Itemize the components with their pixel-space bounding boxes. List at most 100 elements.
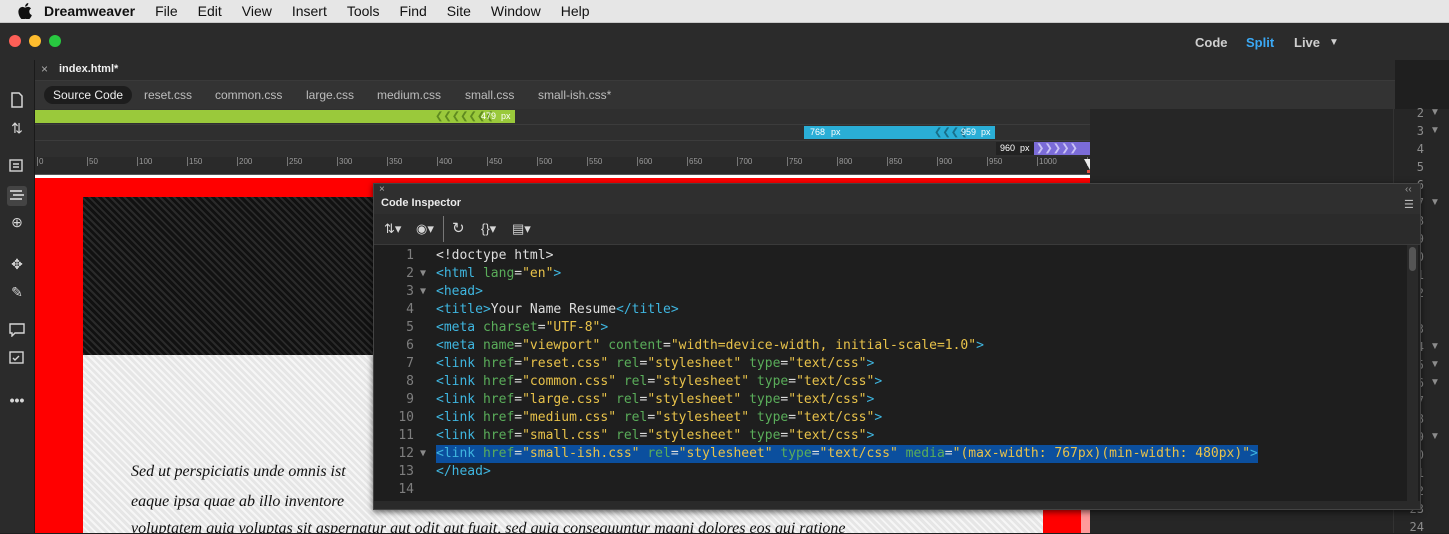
minimize-window-button[interactable] bbox=[29, 35, 41, 47]
related-file-small[interactable]: small.css bbox=[465, 88, 514, 102]
apple-icon[interactable] bbox=[18, 3, 32, 19]
menu-window[interactable]: Window bbox=[491, 3, 541, 19]
code-line[interactable]: 8 <link href="common.css" rel="stylesheet… bbox=[374, 373, 1404, 391]
code-token: <link bbox=[436, 446, 483, 461]
code-line[interactable]: 2 ▼ <html lang="en"> bbox=[374, 265, 1404, 283]
file-management-icon[interactable]: ⇅ bbox=[7, 118, 27, 138]
menu-help[interactable]: Help bbox=[561, 3, 590, 19]
pen-icon[interactable]: ✎ bbox=[7, 282, 27, 302]
fold-arrow-icon[interactable]: ▼ bbox=[1430, 431, 1440, 442]
refresh-icon[interactable]: ↻ bbox=[452, 220, 465, 238]
live-view-button[interactable]: Live bbox=[1294, 35, 1320, 50]
code-line[interactable]: 9 <link href="large.css" rel="stylesheet"… bbox=[374, 391, 1404, 409]
fold-arrow-icon[interactable]: ▼ bbox=[1430, 341, 1440, 352]
format-source-icon[interactable] bbox=[7, 186, 27, 206]
file-management-icon[interactable]: ⇅▾ bbox=[384, 220, 401, 238]
paragraph-line-2: eaque ipsa quae ab illo inventore bbox=[131, 493, 345, 510]
view-options-icon[interactable]: ▤▾ bbox=[512, 220, 531, 238]
validate-icon[interactable] bbox=[7, 350, 27, 370]
close-panel-icon[interactable]: × bbox=[379, 184, 385, 195]
code-hints-icon[interactable]: {}▾ bbox=[481, 220, 496, 238]
vertical-scroll-thumb[interactable] bbox=[1409, 247, 1416, 271]
code-token: href bbox=[482, 356, 515, 371]
code-line[interactable]: 13 </head> bbox=[374, 463, 1404, 481]
code-navigator-icon[interactable] bbox=[7, 158, 27, 178]
menu-app-name[interactable]: Dreamweaver bbox=[44, 3, 135, 19]
ruler-tick-label: 100 bbox=[137, 157, 153, 166]
code-token: type bbox=[741, 392, 781, 407]
code-token: href bbox=[482, 392, 515, 407]
code-token: content bbox=[600, 338, 664, 353]
related-file-reset[interactable]: reset.css bbox=[144, 88, 192, 102]
close-window-button[interactable] bbox=[9, 35, 21, 47]
menu-view[interactable]: View bbox=[242, 3, 272, 19]
fold-arrow-icon[interactable]: ▼ bbox=[1430, 197, 1440, 208]
window-titlebar: Code Split Live ▼ bbox=[0, 23, 1449, 60]
code-inspector-titlebar[interactable]: × Code Inspector ‹‹ ☰ bbox=[374, 184, 1420, 214]
code-line[interactable]: 14 bbox=[374, 481, 1404, 499]
mq-bar-768-959[interactable]: 768 px ❮❮❮❮ 959 px bbox=[804, 126, 995, 139]
code-token: > bbox=[866, 356, 875, 371]
fold-arrow-icon[interactable]: ▼ bbox=[420, 265, 426, 283]
tab-index-html[interactable]: index.html* bbox=[59, 63, 118, 75]
code-line[interactable]: 3 ▼ <head> bbox=[374, 283, 1404, 301]
related-file-common[interactable]: common.css bbox=[215, 88, 282, 102]
related-file-source-code[interactable]: Source Code bbox=[44, 86, 133, 104]
fold-arrow-icon[interactable]: ▼ bbox=[420, 283, 426, 301]
fold-arrow-icon[interactable]: ▼ bbox=[1430, 125, 1440, 136]
menu-file[interactable]: File bbox=[155, 3, 178, 19]
related-file-medium[interactable]: medium.css bbox=[377, 88, 441, 102]
code-line[interactable]: 4 <title>Your Name Resume</title> bbox=[374, 301, 1404, 319]
target-icon[interactable]: ⊕ bbox=[7, 212, 27, 232]
live-dropdown-icon[interactable]: ▼ bbox=[1329, 37, 1339, 48]
code-line-text: <link href="small.css" rel="stylesheet" … bbox=[436, 427, 874, 445]
related-file-small-ish[interactable]: small-ish.css* bbox=[538, 88, 611, 102]
related-file-large[interactable]: large.css bbox=[306, 88, 354, 102]
code-editor[interactable]: 1 <!doctype html> 2 ▼ <html lang="en"> 3 ▼ <hea… bbox=[374, 245, 1404, 501]
preview-in-browser-icon[interactable]: ◉▾ bbox=[416, 220, 434, 238]
code-line-number: 2 bbox=[406, 266, 414, 281]
comment-icon[interactable] bbox=[7, 322, 27, 342]
open-documents-icon[interactable] bbox=[7, 92, 27, 112]
panel-menu-icon[interactable]: ☰ bbox=[1404, 198, 1414, 211]
code-token: <head> bbox=[436, 284, 483, 299]
code-line[interactable]: 7 <link href="reset.css" rel="stylesheet"… bbox=[374, 355, 1404, 373]
fold-arrow-icon[interactable]: ▼ bbox=[1430, 107, 1440, 118]
code-token: type bbox=[749, 410, 789, 425]
menu-insert[interactable]: Insert bbox=[292, 3, 327, 19]
more-icon[interactable]: ••• bbox=[7, 390, 27, 410]
collapse-panel-icon[interactable]: ‹‹ bbox=[1405, 184, 1412, 195]
menu-tools[interactable]: Tools bbox=[347, 3, 380, 19]
ruler-tick-label: 950 bbox=[987, 157, 1003, 166]
paragraph-line-1: Sed ut perspiciatis unde omnis ist bbox=[131, 463, 346, 480]
fold-arrow-icon[interactable]: ▼ bbox=[420, 445, 426, 463]
code-line[interactable]: 1 <!doctype html> bbox=[374, 247, 1404, 265]
fold-arrow-icon[interactable]: ▼ bbox=[1430, 359, 1440, 370]
code-line[interactable]: 11 <link href="small.css" rel="stylesheet… bbox=[374, 427, 1404, 445]
menu-find[interactable]: Find bbox=[400, 3, 427, 19]
mq-bar-max-479[interactable]: ❮❮❮❮❮❮❮ 479 px bbox=[35, 110, 515, 123]
code-token: "text/css" bbox=[819, 446, 898, 461]
menu-site[interactable]: Site bbox=[447, 3, 471, 19]
code-line[interactable]: 12 ▼ <link href="small-ish.css" rel="style… bbox=[374, 445, 1404, 463]
code-token: href bbox=[482, 446, 515, 461]
code-line[interactable]: 10 <link href="medium.css" rel="styleshee… bbox=[374, 409, 1404, 427]
code-line[interactable]: 5 <meta charset="UTF-8"> bbox=[374, 319, 1404, 337]
vertical-scrollbar[interactable] bbox=[1407, 245, 1418, 501]
split-view-button[interactable]: Split bbox=[1246, 35, 1274, 50]
code-line[interactable]: 6 <meta name="viewport" content="width=de… bbox=[374, 337, 1404, 355]
code-line-number: 1 bbox=[406, 248, 414, 263]
maximize-window-button[interactable] bbox=[49, 35, 61, 47]
code-line-number: 6 bbox=[406, 338, 414, 353]
code-token: href bbox=[482, 428, 515, 443]
code-token: "reset.css" bbox=[522, 356, 609, 371]
code-inspector-panel[interactable]: × Code Inspector ‹‹ ☰ ⇅▾ ◉▾ ↻ {}▾ ▤▾ 1 <!… bbox=[373, 183, 1421, 510]
expand-tag-icon[interactable]: ✥ bbox=[7, 254, 27, 274]
fold-arrow-icon[interactable]: ▼ bbox=[1430, 377, 1440, 388]
close-tab-icon[interactable]: × bbox=[41, 62, 48, 76]
code-token: type bbox=[772, 446, 812, 461]
horizontal-scrollbar[interactable] bbox=[374, 501, 1420, 509]
menu-edit[interactable]: Edit bbox=[198, 3, 222, 19]
code-view-button[interactable]: Code bbox=[1195, 35, 1228, 50]
code-line-text: <link href="reset.css" rel="stylesheet" … bbox=[436, 355, 874, 373]
